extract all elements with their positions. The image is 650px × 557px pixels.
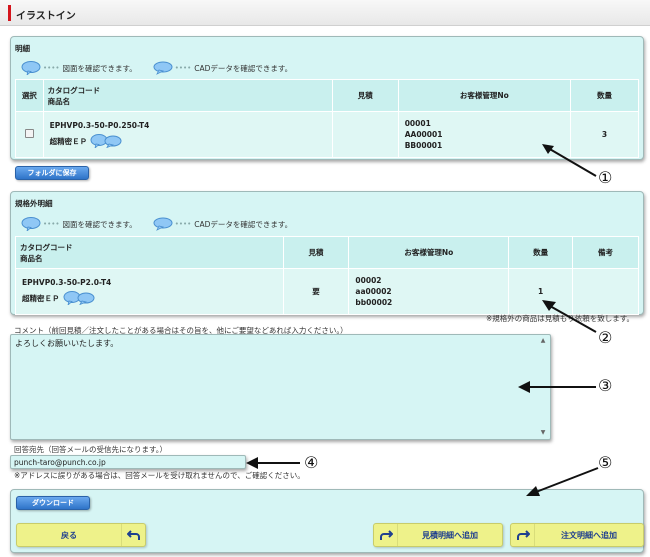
col-customer-no: お客様管理No — [397, 79, 571, 112]
add-order-button[interactable]: 注文明細へ追加 — [510, 523, 644, 547]
add-estimate-button[interactable]: 見積明細へ追加 — [373, 523, 503, 547]
view-cad-icon[interactable] — [103, 134, 123, 149]
title-accent-bar — [8, 5, 11, 21]
annotation-arrow-5 — [526, 467, 599, 496]
row-estimate: 要 — [282, 268, 350, 315]
col-product-name: 商品名 — [20, 253, 43, 263]
customer-no-line: AA00001 — [404, 130, 443, 139]
back-button-label: 戻る — [61, 530, 77, 540]
legend-drawing-text: 図面を確認できます。 — [62, 219, 137, 229]
page-title: イラストイン — [16, 11, 76, 22]
col-catalog: カタログコード 商品名 — [42, 79, 333, 112]
row-estimate — [331, 111, 399, 158]
row-catalog-cell: EPHVP0.3-50-P2.0-T4 超精密ＥＰ — [15, 268, 284, 315]
legend-cad-text: CADデータを確認できます。 — [194, 63, 293, 73]
email-field[interactable]: punch-taro@punch.co.jp — [10, 455, 246, 469]
drawing-bubble-icon — [21, 61, 41, 77]
redo-arrow-icon — [374, 524, 398, 546]
customer-no-line: bb00002 — [355, 298, 393, 307]
col-quantity: 数量 — [508, 236, 574, 269]
row-catalog-cell: EPHVP0.3-50-P0.250-T4 超精密ＥＰ — [42, 111, 333, 158]
annotation-number-3: ③ — [598, 376, 613, 395]
col-estimate: 見積 — [331, 79, 399, 112]
annotation-number-1: ① — [598, 168, 613, 187]
cad-bubble-icon — [153, 217, 173, 231]
nonstandard-legend: •••• 図面を確認できます。 •••• CADデータを確認できます。 — [21, 217, 308, 233]
scroll-down-icon[interactable]: ▼ — [539, 429, 547, 437]
comment-textarea[interactable]: よろしくお願いいたします。 — [10, 334, 551, 440]
col-remarks: 備考 — [572, 236, 639, 269]
cad-bubble-icon — [153, 61, 173, 75]
undo-arrow-icon — [121, 524, 145, 546]
row-select-checkbox[interactable] — [24, 129, 34, 138]
row-catalog-code: EPHVP0.3-50-P0.250-T4 — [49, 121, 150, 130]
customer-no-line: aa00002 — [355, 287, 392, 296]
row-product-name: 超精密ＥＰ — [49, 136, 88, 146]
legend-dots: •••• — [43, 220, 60, 228]
redo-arrow-icon — [511, 524, 535, 546]
legend-cad-text: CADデータを確認できます。 — [194, 219, 293, 229]
back-button[interactable]: 戻る — [16, 523, 146, 547]
col-select: 選択 — [15, 79, 44, 112]
row-customer-no: 00002 aa00002 bb00002 — [348, 268, 510, 315]
scroll-up-icon[interactable]: ▲ — [539, 337, 547, 345]
col-catalog-code: カタログコード — [47, 85, 101, 95]
col-quantity: 数量 — [569, 79, 640, 112]
add-estimate-label: 見積明細へ追加 — [422, 530, 478, 540]
row-select-cell — [15, 111, 44, 158]
annotation-number-5: ⑤ — [598, 453, 613, 472]
nonstandard-table-header: カタログコード 商品名 見積 お客様管理No 数量 備考 — [15, 236, 639, 269]
save-folder-button[interactable]: フォルダに保存 — [15, 166, 89, 180]
add-order-label: 注文明細へ追加 — [561, 530, 617, 540]
customer-no-line: 00001 — [404, 119, 431, 128]
annotation-number-4: ④ — [304, 453, 319, 472]
legend-dots: •••• — [174, 64, 192, 72]
legend-dots: •••• — [174, 220, 192, 228]
col-catalog: カタログコード 商品名 — [15, 236, 284, 269]
nonstandard-panel-title: 規格外明細 — [15, 199, 53, 208]
col-catalog-code: カタログコード — [20, 242, 73, 252]
page-header: イラストイン — [0, 0, 650, 26]
email-label: 回答宛先（回答メールの受信先になります。） — [14, 445, 167, 454]
row-catalog-code: EPHVP0.3-50-P2.0-T4 — [22, 278, 112, 287]
detail-table-header: 選択 カタログコード 商品名 見積 お客様管理No 数量 — [15, 79, 640, 112]
annotation-arrow-3 — [518, 381, 596, 393]
email-note: ※アドレスに誤りがある場合は、回答メールを受け取れませんので、ご確認ください。 — [14, 471, 305, 480]
drawing-bubble-icon — [21, 217, 41, 233]
view-cad-icon[interactable] — [76, 291, 96, 306]
annotation-arrow-2 — [542, 300, 597, 333]
col-estimate: 見積 — [282, 236, 350, 269]
col-customer-no: お客様管理No — [348, 236, 510, 269]
detail-legend: •••• 図面を確認できます。 •••• CADデータを確認できます。 — [21, 61, 308, 77]
row-product-name: 超精密ＥＰ — [22, 293, 60, 303]
annotation-arrow-4 — [246, 457, 300, 469]
col-product-name: 商品名 — [47, 96, 71, 106]
download-button[interactable]: ダウンロード — [16, 496, 90, 510]
annotation-number-2: ② — [598, 328, 613, 347]
legend-dots: •••• — [43, 64, 60, 72]
annotation-arrow-1 — [542, 144, 597, 177]
customer-no-line: 00002 — [355, 276, 382, 285]
legend-drawing-text: 図面を確認できます。 — [62, 63, 137, 73]
detail-panel-title: 明細 — [15, 44, 30, 53]
